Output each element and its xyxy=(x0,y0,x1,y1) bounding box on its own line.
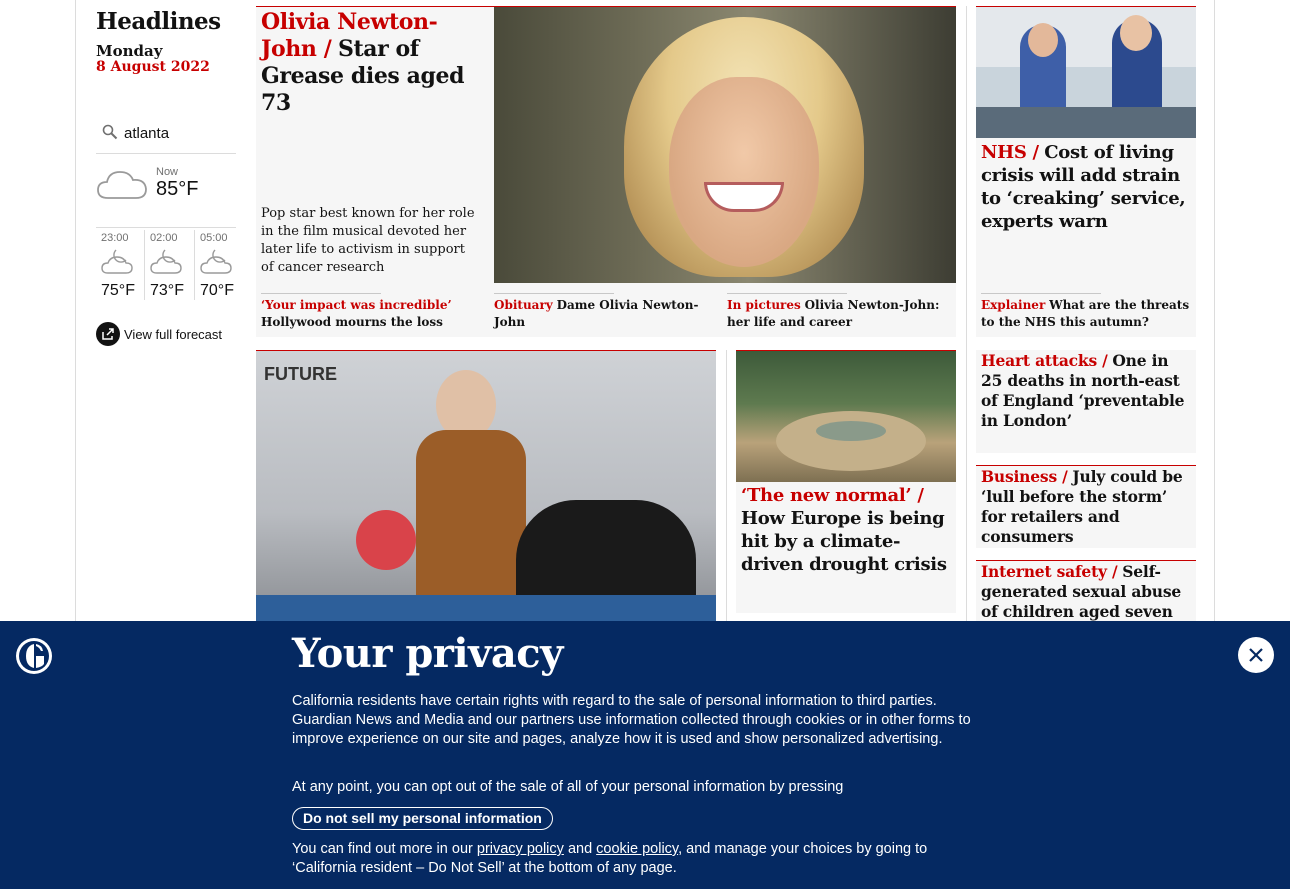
cookie-policy-link[interactable]: cookie policy xyxy=(596,841,678,857)
view-full-forecast-link[interactable]: View full forecast xyxy=(96,322,222,346)
forecast-item: 23:00 75°F xyxy=(96,230,142,300)
now-temperature: 85°F xyxy=(156,178,199,200)
external-link-icon xyxy=(96,322,120,346)
guardian-logo-icon xyxy=(16,638,52,674)
moon-cloud-icon xyxy=(150,249,182,274)
privacy-banner: Your privacy California residents have c… xyxy=(0,621,1290,889)
privacy-paragraph: California residents have certain rights… xyxy=(292,693,971,747)
sublink-kicker: Explainer xyxy=(981,298,1046,312)
privacy-text: and xyxy=(567,841,593,857)
lead-image[interactable] xyxy=(494,7,956,283)
privacy-title: Your privacy xyxy=(292,630,563,677)
side-story-card[interactable]: Heart attacks / One in 25 deaths in nort… xyxy=(976,350,1196,453)
lead-story-card[interactable]: Olivia Newton-John / Star of Grease dies… xyxy=(256,6,956,337)
sublink-kicker: ‘Your impact was incredible’ xyxy=(261,298,452,312)
weather-forecast: 23:00 75°F 02:00 73°F 05:00 70°F xyxy=(96,230,236,300)
sublink-text: Hollywood mourns the loss xyxy=(261,315,443,329)
side-story-headline[interactable]: Heart attacks / One in 25 deaths in nort… xyxy=(981,351,1191,431)
politics-story-card[interactable]: FUTURE xyxy=(256,350,716,621)
privacy-text: You can find out more in our xyxy=(292,841,473,857)
drought-image[interactable] xyxy=(736,351,956,482)
now-label: Now xyxy=(156,166,179,178)
sublink-kicker: In pictures xyxy=(727,298,801,312)
privacy-paragraph: At any point, you can opt out of the sal… xyxy=(292,779,844,795)
nhs-kicker: NHS / xyxy=(981,142,1039,163)
privacy-paragraph: You can find out more in our privacy pol… xyxy=(292,840,972,878)
nhs-headline[interactable]: NHS / Cost of living crisis will add str… xyxy=(981,141,1191,233)
nhs-sublink[interactable]: Explainer What are the threats to the NH… xyxy=(981,293,1191,331)
lead-standfirst: Pop star best known for her role in the … xyxy=(261,206,475,275)
forecast-temperature: 73°F xyxy=(150,282,184,299)
side-story-kicker: Internet safety / xyxy=(981,562,1118,581)
privacy-policy-link[interactable]: privacy policy xyxy=(477,841,564,857)
drought-headline[interactable]: ‘The new normal’ / How Europe is being h… xyxy=(741,484,951,576)
drought-headline-text: How Europe is being hit by a climate-dri… xyxy=(741,508,947,575)
lead-sublink[interactable]: Obituary Dame Olivia Newton-John xyxy=(494,293,714,331)
do-not-sell-button[interactable]: Do not sell my personal information xyxy=(292,807,553,830)
forecast-time: 23:00 xyxy=(101,232,129,244)
sublink-kicker: Obituary xyxy=(494,298,553,312)
weather-now: Now 85°F xyxy=(96,164,236,228)
moon-cloud-icon xyxy=(200,249,232,274)
forecast-time: 02:00 xyxy=(150,232,178,244)
cloud-icon xyxy=(97,171,147,199)
side-story-card[interactable]: Internet safety / Self-generated sexual … xyxy=(976,560,1196,641)
lead-sublink[interactable]: ‘Your impact was incredible’ Hollywood m… xyxy=(261,293,481,331)
section-title: Headlines xyxy=(96,8,221,35)
column-divider xyxy=(966,6,967,621)
drought-story-card[interactable]: ‘The new normal’ / How Europe is being h… xyxy=(736,350,956,613)
search-icon xyxy=(102,124,118,140)
column-divider xyxy=(726,350,727,621)
politics-image[interactable]: FUTURE xyxy=(256,350,716,621)
nhs-image[interactable] xyxy=(976,7,1196,138)
forecast-item: 02:00 73°F xyxy=(144,230,190,300)
location-input[interactable]: atlanta xyxy=(124,125,169,142)
weather-location-search[interactable]: atlanta xyxy=(96,120,236,154)
side-story-headline[interactable]: Business / July could be ‘lull before th… xyxy=(981,467,1191,547)
forecast-temperature: 70°F xyxy=(200,282,234,299)
side-story-kicker: Business / xyxy=(981,467,1068,486)
side-story-card[interactable]: Business / July could be ‘lull before th… xyxy=(976,465,1196,548)
day-label: Monday xyxy=(96,42,163,60)
lead-headline[interactable]: Olivia Newton-John / Star of Grease dies… xyxy=(261,9,489,117)
date-label: 8 August 2022 xyxy=(96,59,210,75)
close-icon xyxy=(1249,648,1263,662)
forecast-temperature: 75°F xyxy=(101,282,135,299)
full-forecast-label[interactable]: View full forecast xyxy=(124,327,222,342)
nhs-story-card[interactable]: NHS / Cost of living crisis will add str… xyxy=(976,6,1196,337)
forecast-item: 05:00 70°F xyxy=(194,230,236,300)
lead-sublink[interactable]: In pictures Olivia Newton-John: her life… xyxy=(727,293,947,331)
close-banner-button[interactable] xyxy=(1238,637,1274,673)
drought-kicker: ‘The new normal’ / xyxy=(741,485,924,506)
side-story-kicker: Heart attacks / xyxy=(981,351,1108,370)
forecast-time: 05:00 xyxy=(200,232,228,244)
moon-cloud-icon xyxy=(101,249,133,274)
